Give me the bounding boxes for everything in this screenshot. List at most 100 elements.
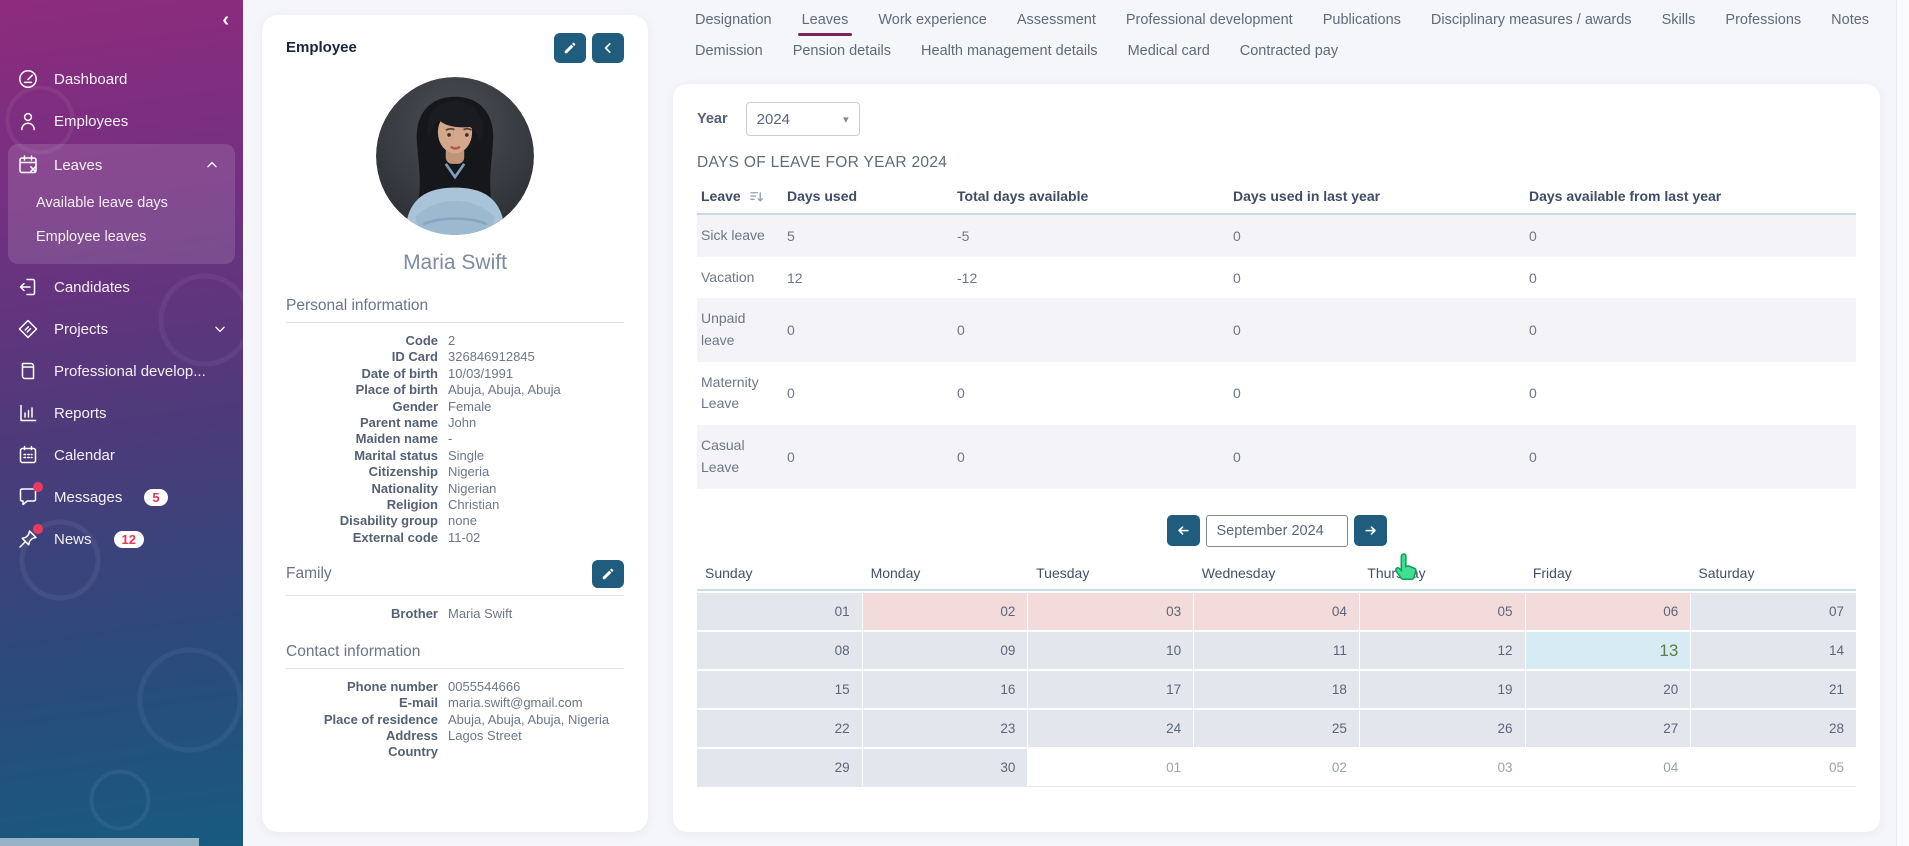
sidebar-item-professional-development[interactable]: Professional develop...	[0, 350, 243, 392]
sidebar-item-news[interactable]: News 12	[0, 518, 243, 560]
calendar-day-cell[interactable]: 27	[1526, 710, 1691, 747]
tab[interactable]: Pension details	[793, 43, 891, 65]
column-header-leave[interactable]: Leave	[697, 182, 779, 214]
sort-descending-icon[interactable]	[749, 189, 764, 204]
calendar-day-cell[interactable]: 13	[1526, 632, 1691, 669]
sidebar-item-projects[interactable]: Projects	[0, 308, 243, 350]
tab[interactable]: Skills	[1662, 12, 1696, 34]
tab[interactable]: Publications	[1323, 12, 1401, 34]
info-row: E-mail maria.swift@gmail.com	[286, 695, 624, 711]
calendar-day-cell[interactable]: 03	[1028, 593, 1193, 630]
sidebar-item-dashboard[interactable]: Dashboard	[0, 58, 243, 100]
sidebar-collapse-button[interactable]: ‹	[222, 8, 229, 32]
info-row: Parent name John	[286, 415, 624, 431]
calendar-day-cell[interactable]: 06	[1526, 593, 1691, 630]
sidebar-item-label: Messages	[54, 489, 122, 506]
info-value: John	[448, 415, 624, 431]
calendar-icon	[16, 443, 40, 467]
tab[interactable]: Professions	[1725, 12, 1801, 34]
sidebar-item-label: Leaves	[54, 157, 102, 174]
calendar-day-cell[interactable]: 04	[1194, 593, 1359, 630]
calendar-day-cell[interactable]: 05	[1691, 749, 1856, 786]
horizontal-scrollbar[interactable]	[0, 838, 199, 846]
calendar-day-cell[interactable]: 24	[1028, 710, 1193, 747]
vertical-scrollbar[interactable]	[1896, 0, 1909, 846]
next-month-button[interactable]	[1354, 515, 1387, 546]
calendar-day-cell[interactable]: 16	[863, 671, 1028, 708]
leave-type-cell: Maternity Leave	[697, 362, 779, 425]
calendar-day-cell[interactable]: 10	[1028, 632, 1193, 669]
sidebar-item-employees[interactable]: Employees	[0, 100, 243, 142]
table-header-row: Leave Days used Total days available Day…	[697, 182, 1856, 214]
chevron-up-icon	[205, 158, 219, 172]
info-value: 11-02	[448, 530, 624, 546]
sidebar-item-reports[interactable]: Reports	[0, 392, 243, 434]
calendar-day-cell[interactable]: 18	[1194, 671, 1359, 708]
info-value: Christian	[448, 497, 624, 513]
tab[interactable]: Health management details	[921, 43, 1098, 65]
calendar-day-cell[interactable]: 01	[1028, 749, 1193, 786]
tab[interactable]: Disciplinary measures / awards	[1431, 12, 1632, 34]
calendar-day-cell[interactable]: 20	[1526, 671, 1691, 708]
column-header-total-days[interactable]: Total days available	[949, 182, 1225, 214]
calendar-day-cell[interactable]: 17	[1028, 671, 1193, 708]
weekday-label: Thursday	[1359, 565, 1525, 581]
info-value: maria.swift@gmail.com	[448, 695, 624, 711]
tab[interactable]: Contracted pay	[1240, 43, 1338, 65]
year-select[interactable]: 2024 ▾	[746, 102, 860, 136]
tab[interactable]: Designation	[695, 12, 772, 34]
calendar-day-cell[interactable]: 12	[1360, 632, 1525, 669]
calendar-day-cell[interactable]: 08	[697, 632, 862, 669]
tab[interactable]: Medical card	[1128, 43, 1210, 65]
back-button[interactable]	[592, 33, 624, 63]
edit-employee-button[interactable]	[554, 33, 586, 63]
edit-family-button[interactable]	[592, 560, 624, 588]
calendar-day-cell[interactable]: 07	[1691, 593, 1856, 630]
sidebar-item-available-leave-days[interactable]: Available leave days	[8, 186, 235, 220]
calendar-day-cell[interactable]: 14	[1691, 632, 1856, 669]
calendar-grid: 0102030405060708091011121314151617181920…	[697, 591, 1856, 787]
tab[interactable]: Notes	[1831, 12, 1869, 34]
sidebar-item-candidates[interactable]: Candidates	[0, 266, 243, 308]
calendar-day-cell[interactable]: 30	[863, 749, 1028, 786]
info-label: Code	[286, 333, 438, 349]
sidebar-item-messages[interactable]: Messages 5	[0, 476, 243, 518]
calendar-day-cell[interactable]: 02	[1194, 749, 1359, 786]
calendar-day-cell[interactable]: 04	[1526, 749, 1691, 786]
tab[interactable]: Demission	[695, 43, 763, 65]
calendar-day-cell[interactable]: 15	[697, 671, 862, 708]
tab[interactable]: Leaves	[802, 12, 849, 34]
tab[interactable]: Professional development	[1126, 12, 1293, 34]
days-available-last-year-cell: 0	[1521, 214, 1856, 257]
chevron-left-icon	[601, 41, 615, 55]
sidebar-item-employee-leaves[interactable]: Employee leaves	[8, 220, 235, 254]
calendar-day-cell[interactable]: 21	[1691, 671, 1856, 708]
info-label: Parent name	[286, 415, 438, 431]
calendar-day-cell[interactable]: 11	[1194, 632, 1359, 669]
tab[interactable]: Assessment	[1017, 12, 1096, 34]
calendar-day-cell[interactable]: 28	[1691, 710, 1856, 747]
column-header-days-used[interactable]: Days used	[779, 182, 949, 214]
info-label: Citizenship	[286, 464, 438, 480]
calendar-day-cell[interactable]: 03	[1360, 749, 1525, 786]
sidebar-group-leaves: Leaves Available leave days Employee lea…	[8, 144, 235, 264]
calendar-day-cell[interactable]: 09	[863, 632, 1028, 669]
calendar-day-cell[interactable]: 02	[863, 593, 1028, 630]
column-header-days-used-last-year[interactable]: Days used in last year	[1225, 182, 1521, 214]
tab[interactable]: Work experience	[878, 12, 987, 34]
calendar-day-cell[interactable]: 22	[697, 710, 862, 747]
calendar-day-cell[interactable]: 01	[697, 593, 862, 630]
month-input[interactable]: September 2024	[1206, 515, 1348, 547]
calendar-day-cell[interactable]: 23	[863, 710, 1028, 747]
sidebar-item-leaves[interactable]: Leaves	[8, 144, 235, 186]
calendar-day-cell[interactable]: 26	[1360, 710, 1525, 747]
calendar-day-cell[interactable]: 25	[1194, 710, 1359, 747]
previous-month-button[interactable]	[1167, 515, 1200, 546]
messages-count-badge: 5	[144, 489, 167, 506]
calendar-day-cell[interactable]: 05	[1360, 593, 1525, 630]
calendar-day-cell[interactable]: 19	[1360, 671, 1525, 708]
sidebar-item-calendar[interactable]: Calendar	[0, 434, 243, 476]
info-value: 326846912845	[448, 349, 624, 365]
column-header-days-available-last-year[interactable]: Days available from last year	[1521, 182, 1856, 214]
calendar-day-cell[interactable]: 29	[697, 749, 862, 786]
